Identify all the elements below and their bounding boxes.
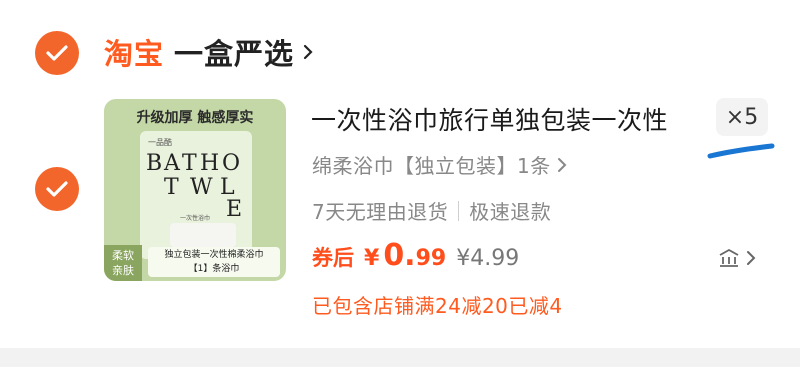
bank-icon <box>719 248 739 267</box>
towel-image <box>170 223 236 247</box>
divider <box>458 200 460 221</box>
pack-letter: H <box>200 151 220 176</box>
pack-letter: E <box>226 197 243 222</box>
coupon-price-label: 券后 <box>312 246 354 270</box>
thumbnail-top-text: 升级加厚 触感厚实 <box>136 110 254 126</box>
price-integer: 0. <box>383 238 416 273</box>
item-spec: 绵柔浴巾【独立包装】1条 <box>312 154 551 178</box>
service-tag: 7天无理由退货 <box>312 200 449 224</box>
towel-package-image: 一品酷 B A T H T W O L E 一次性浴巾 <box>140 131 252 259</box>
chevron-right-icon <box>747 251 756 265</box>
pack-brand: 一品酷 <box>148 138 172 147</box>
check-icon <box>46 45 68 61</box>
pack-letter: A <box>164 151 180 176</box>
bottom-divider <box>0 348 800 367</box>
store-select-checkbox[interactable] <box>35 31 79 75</box>
original-price: ¥4.99 <box>456 246 520 271</box>
item-select-checkbox[interactable] <box>35 167 79 211</box>
pack-letter: B <box>146 151 163 176</box>
chevron-right-icon <box>302 43 314 61</box>
quantity-badge[interactable]: ×5 <box>716 98 768 136</box>
price-row: 券后 ¥ 0. 99 ¥4.99 <box>312 238 519 273</box>
pack-letter: W <box>190 175 213 200</box>
pack-letter: O <box>222 151 241 176</box>
currency-symbol: ¥ <box>364 246 380 271</box>
price-detail-button[interactable] <box>718 248 756 268</box>
item-spec-selector[interactable]: 绵柔浴巾【独立包装】1条 <box>312 150 567 179</box>
annotation-underline <box>707 143 775 159</box>
thumbnail-caption: 独立包装一次性棉柔浴巾 【1】条浴巾 <box>148 247 280 277</box>
soft-badge: 柔软 亲肤 <box>104 245 142 281</box>
pack-letter: T <box>182 151 197 176</box>
chevron-right-icon <box>557 157 567 173</box>
price-decimal: 99 <box>415 246 447 271</box>
pack-letter: T <box>164 175 179 200</box>
check-icon <box>46 181 68 197</box>
promo-text: 已包含店铺满24减20已减4 <box>312 294 563 318</box>
store-brand-label: 淘宝 <box>104 37 165 71</box>
item-title[interactable]: 一次性浴巾旅行单独包装一次性 <box>311 101 668 137</box>
store-name: 一盒严选 <box>174 37 295 71</box>
service-tag: 极速退款 <box>469 200 552 224</box>
product-thumbnail[interactable]: 升级加厚 触感厚实 一品酷 B A T H T W O L E 一次性浴巾 柔软… <box>104 99 286 281</box>
store-header[interactable]: 淘宝 一盒严选 <box>104 28 314 76</box>
service-tags: 7天无理由退货 极速退款 <box>312 196 551 225</box>
pack-subtitle: 一次性浴巾 <box>180 215 211 222</box>
